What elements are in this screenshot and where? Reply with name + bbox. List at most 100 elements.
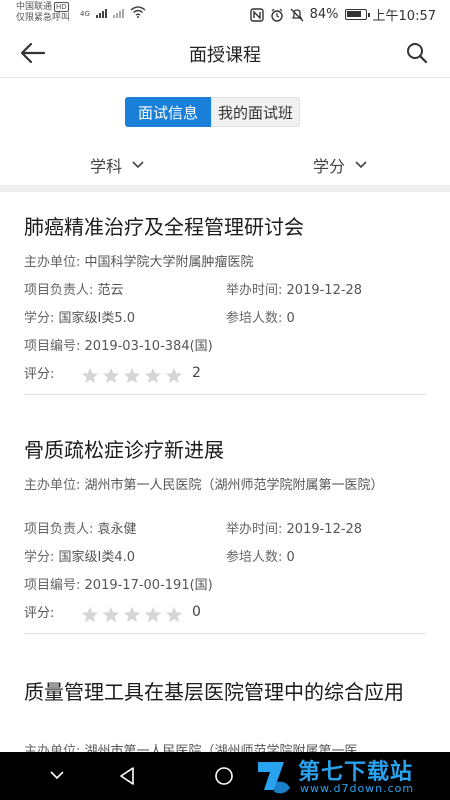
date-label: 举办时间: <box>226 283 283 298</box>
organizer-row: 主办单位: 中国科学院大学附属肿瘤医院 <box>24 254 254 272</box>
app-header: 面授课程 <box>0 28 450 78</box>
rating-label: 评分: <box>24 606 55 621</box>
emergency-only-text: 仅限紧急呼叫 <box>16 13 71 23</box>
trainees-value: 0 <box>286 550 295 565</box>
status-right: 84% 上午10:57 <box>249 5 436 24</box>
course-card[interactable]: 质量管理工具在基层医院管理中的综合应用 主办单位: 湖州市第一人民医院（湖州师范… <box>24 677 426 752</box>
credit-row: 学分: 国家级I类4.0 <box>24 549 135 567</box>
star-icon <box>102 606 120 622</box>
watermark-url: www.d7down.com <box>300 782 415 795</box>
date-label: 举办时间: <box>226 522 283 537</box>
battery-icon <box>344 9 370 20</box>
course-title: 质量管理工具在基层医院管理中的综合应用 <box>24 680 404 704</box>
carrier-name: 中国联通 <box>16 2 53 12</box>
code-label: 项目编号: <box>24 339 81 354</box>
code-value: 2019-17-00-191(国) <box>84 578 213 593</box>
date-value: 2019-12-28 <box>286 522 363 537</box>
credit-label: 学分: <box>24 550 55 565</box>
course-card[interactable]: 肺癌精准治疗及全程管理研讨会 主办单位: 中国科学院大学附属肿瘤医院 项目负责人… <box>24 212 426 396</box>
code-row: 项目编号: 2019-17-00-191(国) <box>24 577 213 595</box>
star-icon <box>123 367 141 383</box>
battery-percent: 84% <box>309 7 339 22</box>
subject-filter-label: 学科 <box>90 157 123 176</box>
nfc-icon <box>249 7 264 22</box>
section-divider <box>0 185 450 192</box>
rating-label: 评分: <box>24 367 55 382</box>
course-card[interactable]: 骨质疏松症诊疗新进展 主办单位: 湖州市第一人民医院（湖州师范学院附属第一医院）… <box>24 435 426 635</box>
trainees-row: 参培人数: 0 <box>226 549 295 567</box>
logo-mark-icon <box>258 762 290 794</box>
date-value: 2019-12-28 <box>286 283 363 298</box>
star-icon <box>144 367 162 383</box>
credit-filter-label: 学分 <box>313 157 346 176</box>
status-bar: 中国联通 HD 仅限紧急呼叫 4G 84% 上午10:57 <box>0 0 450 28</box>
wifi-icon <box>130 6 146 18</box>
leader-row: 项目负责人: 袁永健 <box>24 521 137 539</box>
card-divider <box>24 633 426 634</box>
trainees-label: 参培人数: <box>226 550 283 565</box>
rating-stars <box>81 365 186 385</box>
leader-value: 范云 <box>97 283 124 298</box>
organizer-value: 湖州市第一人民医院（湖州师范学院附属第一医院） <box>84 478 384 493</box>
credit-value: 国家级I类4.0 <box>58 550 136 565</box>
home-circle-icon[interactable] <box>214 766 234 786</box>
course-title: 肺癌精准治疗及全程管理研讨会 <box>24 215 304 239</box>
leader-label: 项目负责人: <box>24 283 94 298</box>
credit-value: 国家级I类5.0 <box>58 311 136 326</box>
back-triangle-icon[interactable] <box>118 766 138 786</box>
chevron-down-icon[interactable] <box>48 766 66 784</box>
code-label: 项目编号: <box>24 578 81 593</box>
organizer-row: 主办单位: 湖州市第一人民医院（湖州师范学院附属第一医院） <box>24 477 416 495</box>
battery-fill <box>346 11 361 17</box>
signal-2-icon <box>112 9 124 18</box>
trainees-label: 参培人数: <box>226 311 283 326</box>
date-row: 举办时间: 2019-12-28 <box>226 282 362 300</box>
rating-count: 2 <box>192 365 201 381</box>
trainees-value: 0 <box>286 311 295 326</box>
star-icon <box>123 606 141 622</box>
organizer-label: 主办单位: <box>24 255 81 270</box>
tab-interview-info[interactable]: 面试信息 <box>125 97 212 127</box>
hd-badge: HD <box>54 2 69 12</box>
organizer-label: 主办单位: <box>24 478 81 493</box>
network-type: 4G <box>80 10 90 18</box>
organizer-row: 主办单位: 湖州市第一人民医院（湖州师范学院附属第一医 <box>24 743 416 752</box>
star-icon <box>165 606 183 622</box>
card-divider <box>24 394 426 395</box>
leader-row: 项目负责人: 范云 <box>24 282 124 300</box>
star-icon <box>81 606 99 622</box>
star-icon <box>81 367 99 383</box>
filter-bar: 学科 学分 <box>0 147 450 185</box>
rating-count: 0 <box>192 604 201 620</box>
alarm-icon <box>270 8 283 22</box>
rating-stars <box>81 604 186 624</box>
date-row: 举办时间: 2019-12-28 <box>226 521 362 539</box>
code-value: 2019-03-10-384(国) <box>84 339 213 354</box>
chevron-down-icon <box>355 161 367 169</box>
search-icon[interactable] <box>406 42 428 64</box>
star-icon <box>165 367 183 383</box>
leader-label: 项目负责人: <box>24 522 94 537</box>
subject-filter[interactable]: 学科 <box>90 153 144 177</box>
tab-switcher: 面试信息 我的面试班 <box>125 97 301 127</box>
code-row: 项目编号: 2019-03-10-384(国) <box>24 338 213 356</box>
course-list: 肺癌精准治疗及全程管理研讨会 主办单位: 中国科学院大学附属肿瘤医院 项目负责人… <box>0 192 450 752</box>
credit-filter[interactable]: 学分 <box>313 153 367 177</box>
organizer-value: 湖州市第一人民医院（湖州师范学院附属第一医 <box>84 744 358 752</box>
chevron-down-icon <box>132 161 144 169</box>
signal-indicators: 4G <box>80 6 146 18</box>
signal-icon <box>95 9 107 18</box>
trainees-row: 参培人数: 0 <box>226 310 295 328</box>
leader-value: 袁永健 <box>97 522 137 537</box>
credit-row: 学分: 国家级I类5.0 <box>24 310 135 328</box>
watermark-logo: 第七下载站 www.d7down.com <box>254 754 450 800</box>
organizer-value: 中国科学院大学附属肿瘤医院 <box>84 255 254 270</box>
tab-my-interview-class[interactable]: 我的面试班 <box>211 97 301 127</box>
clock: 上午10:57 <box>372 9 436 24</box>
course-title: 骨质疏松症诊疗新进展 <box>24 438 224 462</box>
star-icon <box>144 606 162 622</box>
carrier-info: 中国联通 HD 仅限紧急呼叫 <box>16 2 70 24</box>
page-title: 面授课程 <box>189 45 261 66</box>
organizer-label: 主办单位: <box>24 744 81 752</box>
credit-label: 学分: <box>24 311 55 326</box>
